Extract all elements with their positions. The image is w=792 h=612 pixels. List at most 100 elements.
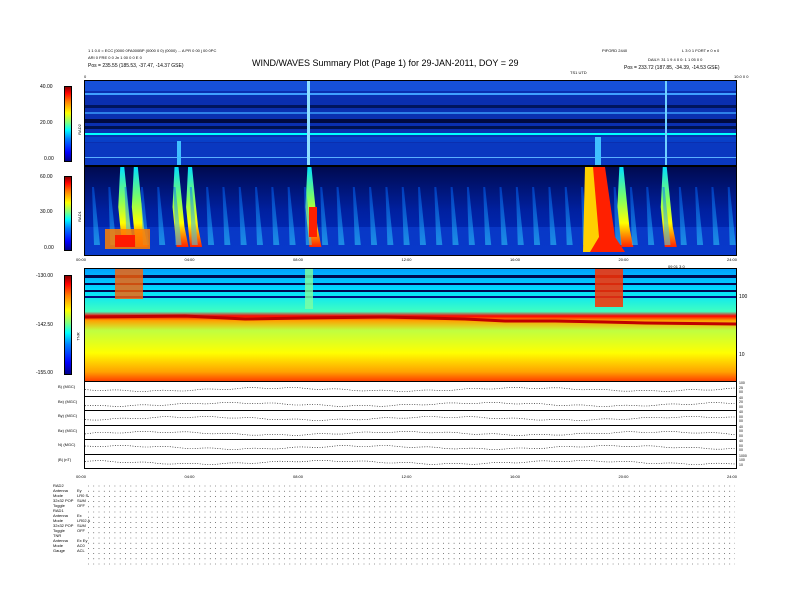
- time-tick: 08:00: [293, 474, 304, 479]
- rad1-burst-08: [309, 207, 317, 237]
- line-panel: [84, 410, 737, 426]
- line-panel-trace: [84, 430, 737, 436]
- rad2-band-4: [85, 119, 736, 123]
- time-tick: 04:00: [184, 474, 195, 479]
- line-panel-right-tick: 00: [739, 390, 743, 394]
- tnr-burst-c: [305, 269, 313, 309]
- rad2-band-2: [85, 105, 736, 108]
- tnr-tick-top: -130.00: [36, 273, 53, 279]
- tnr-bg: [85, 269, 736, 381]
- line-panel-label: Bx) (MGC): [58, 398, 78, 404]
- line-panel-right-tick: 00: [739, 443, 743, 448]
- header-left-line1: 1 1 0.0 = ECC [0000 0FA000BP (0000 0 0) …: [88, 48, 217, 53]
- rad2-band-cyan: [85, 133, 736, 135]
- time-tick: 24:00: [727, 257, 738, 262]
- time-tick: 12:00: [401, 474, 412, 479]
- line-panel-right-tick: 25: [739, 385, 743, 390]
- tnr-band-4: [85, 296, 736, 298]
- line-panel-right-tick: 00: [739, 433, 743, 438]
- rad2-spectrogram: [84, 80, 737, 166]
- rad2-svg: [85, 81, 736, 165]
- rad2-band-top: [85, 81, 736, 91]
- time-tick: 04:00: [184, 257, 195, 262]
- line-panel-trace: [84, 459, 737, 465]
- time-tick: 20:00: [618, 257, 629, 262]
- tnr-band-3: [85, 290, 736, 292]
- line-panel-trace: [84, 401, 736, 407]
- tnr-spectrogram: [84, 268, 737, 382]
- footer-param-key: Gauge: [53, 548, 66, 553]
- tnr-burst-b: [595, 269, 623, 307]
- corner-right: 10.0 0 0: [734, 74, 749, 79]
- line-panel-right-tick: 100: [739, 458, 745, 462]
- rad2-band-5: [85, 126, 736, 129]
- footer-param-value: ACL: [77, 548, 85, 553]
- line-panel-right-tick: 40: [739, 395, 743, 400]
- tnr-band-2: [85, 283, 736, 285]
- line-panel: [84, 424, 737, 440]
- rad1-spectrogram: [84, 166, 737, 256]
- rad1-tick-top: 60.00: [40, 174, 53, 180]
- rad2-tick-top: 40.00: [40, 84, 53, 90]
- line-panel-right-tick: 40: [739, 424, 743, 429]
- line-panel-label: N) (MGC): [58, 442, 76, 447]
- line-panel-label: Bz) (MGC): [58, 427, 78, 433]
- tnr-right-tick-100: 100: [739, 294, 748, 300]
- line-panel-trace: [84, 415, 736, 421]
- header-left-line2: ARI 0 FRE 0 0 Jn 1 00 0 0 E 0: [88, 55, 142, 60]
- tnr-band-1: [85, 275, 736, 278]
- rad1-svg: [85, 167, 736, 255]
- line-panel-right-tick: 10: [739, 462, 743, 467]
- tnr-colorbar: [64, 275, 72, 375]
- line-panel-right-tick: 00: [739, 419, 743, 423]
- line-panel-right-tick: 00: [739, 429, 743, 433]
- rad2-tick-bottom: 0.00: [44, 156, 54, 162]
- time-tick: 16:00: [510, 257, 521, 262]
- header-right-line2: DAILY: 31 1 9 4 0 0: 1 1 05 0 0: [648, 57, 703, 62]
- rad2-band-1: [85, 93, 736, 95]
- line-panel: [84, 439, 737, 455]
- rad2-band-3: [85, 112, 736, 114]
- rad2-burst-b: [665, 81, 667, 165]
- tnr-burst-a: [115, 269, 143, 299]
- line-panel-label: B) (MGC): [58, 384, 76, 389]
- tnr-label: TNR: [75, 332, 81, 341]
- line-panel-right-tick: 40: [739, 410, 743, 414]
- time-tick: 20:00: [618, 474, 629, 479]
- rad1-label: RAD1: [76, 211, 82, 222]
- tnr-right-tick-10: 10: [739, 352, 745, 358]
- time-tick: 16:00: [510, 474, 521, 479]
- rad1-tick-mid: 30.00: [40, 209, 53, 215]
- rad2-band-7: [85, 157, 736, 158]
- rad2-tick-mid: 20.00: [40, 120, 53, 126]
- line-panel: [84, 395, 737, 411]
- line-panel: [84, 453, 737, 469]
- time-tick: 00:00: [76, 474, 87, 479]
- footer-dots: [88, 485, 735, 565]
- time-tick: 24:00: [727, 474, 738, 479]
- footer-param-value: OFF: [77, 528, 85, 533]
- corner-left: 0: [84, 74, 87, 79]
- line-panel-right-tick: 100: [739, 381, 745, 385]
- line-panel-right-tick: 00: [739, 448, 743, 452]
- time-tick: 00:00: [76, 257, 87, 262]
- line-panel: [84, 381, 737, 397]
- rad2-band-low: [85, 143, 736, 165]
- rad1-burst-core: [115, 235, 135, 247]
- page-title: WIND/WAVES Summary Plot (Page 1) for 29-…: [252, 58, 519, 68]
- header-right-top2: L 3 0 1 FORT e 0 n 0: [682, 48, 720, 53]
- time-axis-top: 00:00 04:00 08:00 12:00 16:00 20:00 24:00: [76, 257, 738, 265]
- rad2-burst-d: [177, 141, 181, 165]
- rad2-band-6: [85, 137, 736, 142]
- tnr-svg: [85, 269, 736, 381]
- header-left-line3: Pos = 235.55 (185.53, -37.47, -14.37 GSE…: [88, 63, 184, 69]
- tnr-tick-bottom: -155.00: [36, 370, 53, 376]
- rad2-burst-a: [307, 81, 310, 165]
- rad2-burst-c: [595, 137, 601, 165]
- rad1-tick-bottom: 0.00: [44, 245, 54, 251]
- line-panel-trace: [84, 387, 736, 392]
- line-panel-right-tick: 1000: [739, 453, 747, 458]
- footer-param-value: OFF: [77, 503, 85, 508]
- line-panel-label: |B| (nT): [58, 456, 72, 462]
- rad1-colorbar: [64, 176, 72, 251]
